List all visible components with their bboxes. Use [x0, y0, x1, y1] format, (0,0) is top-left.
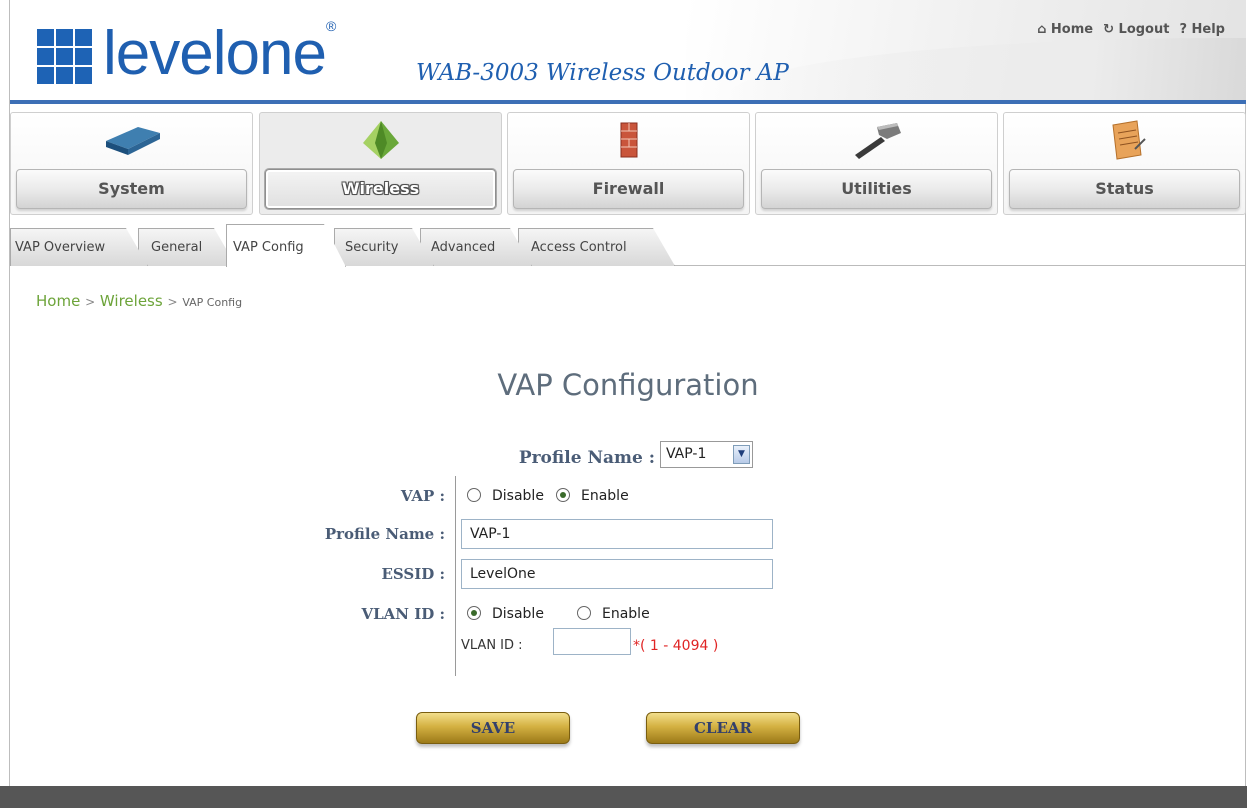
footer-bar — [0, 786, 1247, 808]
question-icon: ? — [1179, 22, 1187, 37]
save-button[interactable]: SAVE — [416, 712, 570, 744]
help-link[interactable]: ? Help — [1179, 22, 1225, 37]
breadcrumb-home[interactable]: Home — [36, 292, 80, 310]
home-icon: ⌂ — [1037, 22, 1047, 37]
home-link[interactable]: ⌂ Home — [1037, 22, 1093, 37]
clear-button[interactable]: CLEAR — [646, 712, 800, 744]
notepad-icon — [1111, 120, 1146, 160]
top-links: ⌂ Home ↻ Logout ? Help — [1037, 22, 1225, 37]
vlan-disable-radio[interactable] — [467, 606, 481, 620]
power-icon: ↻ — [1103, 22, 1114, 37]
tab-security[interactable]: Security — [334, 228, 434, 266]
hammer-icon — [854, 123, 901, 159]
nav-firewall[interactable]: Firewall — [507, 112, 750, 215]
profile-name-label: Profile Name : — [324, 525, 445, 543]
vap-disable-label: Disable — [492, 488, 544, 504]
vlan-enable-radio[interactable] — [577, 606, 591, 620]
page-title: VAP Configuration — [497, 368, 759, 402]
tab-advanced[interactable]: Advanced — [420, 228, 532, 266]
vlan-label: VLAN ID : — [361, 605, 445, 623]
sub-tabs: VAP Overview General VAP Config Security… — [10, 222, 1246, 266]
breadcrumb-current: VAP Config — [182, 296, 243, 309]
vap-enable-radio[interactable] — [556, 488, 570, 502]
tab-access-control[interactable]: Access Control — [518, 228, 675, 266]
brand-logo: levelone® — [103, 18, 336, 88]
router-icon — [105, 127, 160, 155]
nav-system[interactable]: System — [10, 112, 253, 215]
vap-disable-radio[interactable] — [467, 488, 481, 502]
essid-label: ESSID : — [381, 565, 445, 583]
vap-enable-label: Enable — [581, 488, 629, 504]
nav-utilities[interactable]: Utilities — [755, 112, 998, 215]
device-model: WAB-3003 Wireless Outdoor AP — [416, 60, 789, 86]
main-nav: System Wireless Firewall Utilities Statu… — [10, 112, 1246, 218]
vlan-enable-label: Enable — [602, 606, 650, 622]
form-divider — [455, 476, 456, 676]
chevron-down-icon: ▼ — [733, 445, 750, 464]
tab-general[interactable]: General — [138, 228, 236, 266]
logout-link[interactable]: ↻ Logout — [1103, 22, 1169, 37]
nav-status[interactable]: Status — [1003, 112, 1246, 215]
firewall-icon — [620, 122, 637, 158]
vlan-id-label: VLAN ID : — [461, 638, 523, 653]
levelone-logo-icon — [37, 29, 93, 85]
vlan-disable-label: Disable — [492, 606, 544, 622]
tab-vap-config[interactable]: VAP Config — [226, 224, 346, 267]
breadcrumb: Home > Wireless > VAP Config — [36, 292, 243, 310]
wireless-icon — [362, 121, 399, 159]
profile-select[interactable]: VAP-1 ▼ — [660, 441, 753, 468]
vlan-range-hint: *( 1 - 4094 ) — [633, 638, 719, 654]
header-divider — [10, 100, 1246, 104]
essid-input[interactable]: LevelOne — [461, 559, 773, 589]
vlan-id-input[interactable] — [553, 628, 631, 655]
profile-select-label: Profile Name : — [518, 448, 655, 468]
breadcrumb-wireless[interactable]: Wireless — [100, 292, 163, 310]
tab-vap-overview[interactable]: VAP Overview — [10, 228, 148, 266]
vap-label: VAP : — [400, 487, 445, 505]
profile-name-input[interactable]: VAP-1 — [461, 519, 773, 549]
nav-wireless[interactable]: Wireless — [259, 112, 502, 215]
